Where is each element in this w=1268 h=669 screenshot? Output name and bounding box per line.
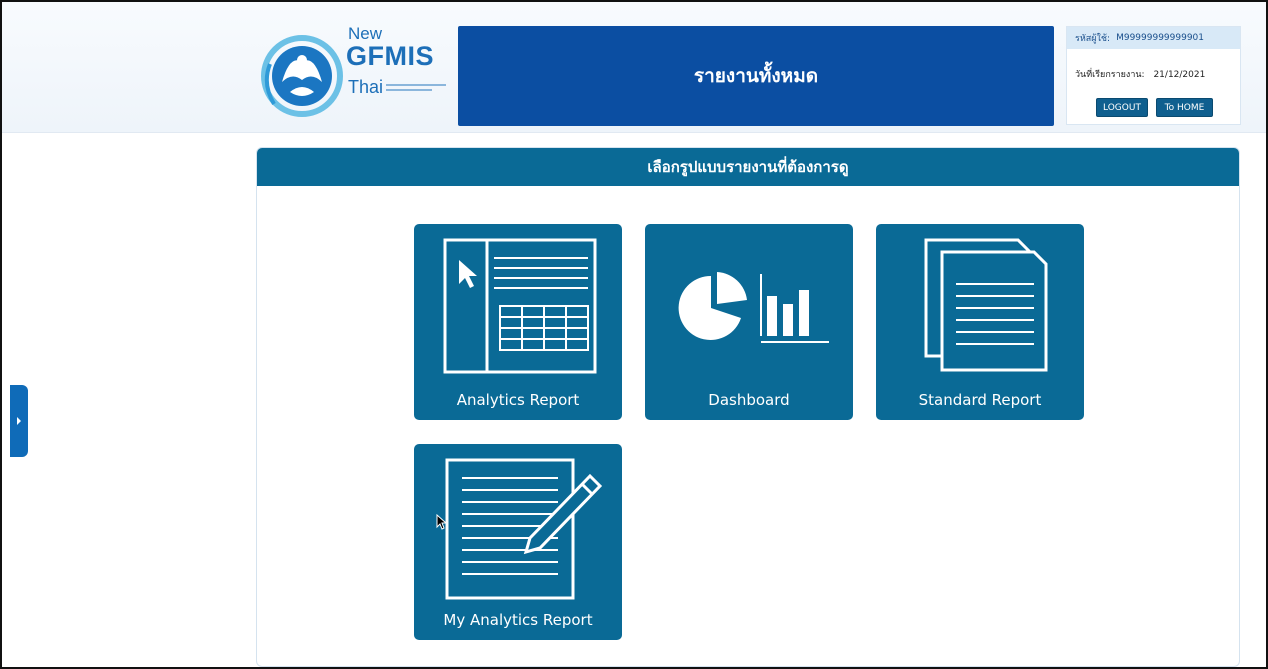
- analytics-report-icon: [443, 238, 597, 374]
- tile-analytics-report[interactable]: Analytics Report: [414, 224, 622, 420]
- panel-heading: เลือกรูปแบบรายงานที่ต้องการดู: [257, 148, 1239, 186]
- report-selection-panel: เลือกรูปแบบรายงานที่ต้องการดู Analytics …: [256, 147, 1240, 667]
- logo-text-gfmis: GFMIS: [346, 41, 434, 71]
- chevron-right-icon: [17, 417, 21, 425]
- user-id-label: รหัสผู้ใช้:: [1075, 34, 1111, 44]
- user-info-box: รหัสผู้ใช้: M99999999999901 วันที่เรียกร…: [1066, 26, 1241, 125]
- report-date-value: 21/12/2021: [1153, 70, 1206, 80]
- gfmis-emblem-icon: [261, 35, 343, 117]
- standard-report-icon: [924, 238, 1048, 372]
- tile-dashboard[interactable]: Dashboard: [645, 224, 853, 420]
- page-title: รายงานทั้งหมด: [693, 65, 819, 87]
- tile-label: Standard Report: [918, 391, 1042, 409]
- report-date-label: วันที่เรียกรายงาน:: [1075, 70, 1145, 80]
- page-title-banner: รายงานทั้งหมด: [458, 26, 1054, 126]
- mouse-pointer-icon: [436, 514, 446, 530]
- logo-text-thai: Thai: [348, 77, 384, 97]
- tile-label: My Analytics Report: [443, 611, 593, 629]
- tile-label: Analytics Report: [456, 391, 580, 409]
- user-id-value: M99999999999901: [1116, 33, 1205, 43]
- user-id-row: รหัสผู้ใช้: M99999999999901: [1067, 27, 1240, 49]
- dashboard-icon: [678, 272, 829, 343]
- sidebar-toggle[interactable]: [10, 385, 28, 457]
- to-home-button[interactable]: To HOME: [1156, 98, 1213, 117]
- tile-my-analytics-report[interactable]: My Analytics Report: [414, 444, 622, 640]
- report-date-row: วันที่เรียกรายงาน: 21/12/2021: [1075, 67, 1205, 81]
- logo-tagline: [386, 89, 432, 91]
- logout-button[interactable]: LOGOUT: [1096, 98, 1148, 117]
- app-window: New GFMIS Thai รายงานทั้งหมด รหัสผู้ใช้:…: [0, 0, 1268, 669]
- gfmis-logo: New GFMIS Thai: [260, 24, 450, 124]
- tile-label: Dashboard: [708, 391, 790, 409]
- logo-tagline: [386, 84, 446, 86]
- tile-standard-report[interactable]: Standard Report: [876, 224, 1084, 420]
